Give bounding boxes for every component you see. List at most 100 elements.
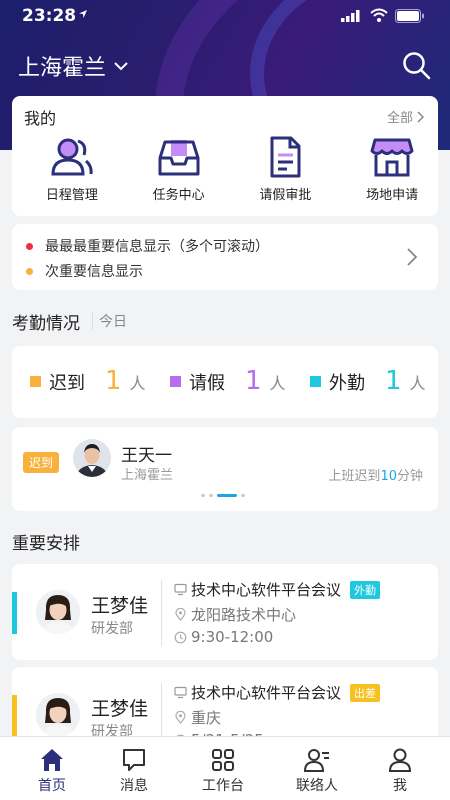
- schedule-title: 重要安排: [12, 534, 80, 554]
- app-label: 日程管理: [45, 188, 98, 203]
- meeting-title: 技术中心软件平台会议: [191, 684, 342, 702]
- field-square-icon: [310, 375, 321, 387]
- attendance-title: 考勤情况: [12, 314, 80, 334]
- meeting-location: 重庆: [191, 709, 222, 727]
- inbox-tray-icon: [158, 140, 200, 176]
- schedule-tag: 出差: [350, 683, 381, 702]
- late-square-icon: [30, 375, 41, 387]
- home-icon: [41, 749, 63, 771]
- location-arrow-icon: [79, 10, 87, 18]
- late-note-suffix: 分钟: [396, 469, 423, 484]
- person-department: 研发部: [91, 621, 133, 637]
- app-schedule-management[interactable]: 日程管理: [26, 136, 118, 203]
- location-pin-icon: [175, 608, 186, 621]
- notice-card[interactable]: 最最最重要信息显示（多个可滚动） 次重要信息显示: [12, 224, 438, 290]
- monitor-icon: [174, 686, 187, 699]
- chevron-right-icon: [407, 248, 418, 266]
- schedule-item[interactable]: 王梦佳 研发部 技术中心软件平台会议 外勤 龙阳路技术中心 9:30-12:00: [12, 564, 438, 660]
- app-label: 场地申请: [366, 188, 419, 203]
- person-name: 王梦佳: [91, 595, 149, 617]
- divider: [161, 580, 162, 646]
- tab-contacts[interactable]: 联络人: [282, 747, 352, 795]
- attendance-stats-card: 迟到 1 人 请假 1 人 外勤 1 人: [12, 346, 438, 418]
- stat-field[interactable]: 外勤 1 人: [310, 366, 426, 396]
- chevron-right-icon: [417, 110, 424, 123]
- stat-label: 迟到: [49, 373, 85, 394]
- meeting-location-row: 龙阳路技术中心: [174, 604, 296, 625]
- stat-label: 外勤: [329, 373, 365, 394]
- meeting-title-row: 技术中心软件平台会议 出差: [174, 682, 381, 703]
- avatar: [36, 693, 80, 737]
- employee-company: 上海霍兰: [121, 468, 174, 483]
- view-all-link[interactable]: 全部: [387, 107, 424, 126]
- tab-label: 联络人: [296, 778, 338, 794]
- late-note-prefix: 上班迟到: [328, 469, 381, 484]
- stat-late[interactable]: 迟到 1 人: [30, 366, 146, 396]
- status-time: 23:28: [22, 6, 77, 26]
- message-icon: [123, 749, 145, 771]
- chevron-down-icon: [114, 62, 128, 71]
- tab-messages[interactable]: 消息: [99, 747, 169, 795]
- wifi-icon: [370, 8, 388, 22]
- shop-icon: [370, 138, 414, 177]
- notice-text: 次重要信息显示: [45, 264, 143, 280]
- tab-home[interactable]: 首页: [17, 747, 87, 795]
- view-all-label: 全部: [386, 111, 413, 126]
- my-apps-title: 我的: [24, 109, 57, 128]
- signal-icon: [341, 10, 360, 22]
- notice-item: 最最最重要信息显示（多个可滚动）: [26, 236, 269, 256]
- late-duration-note: 上班迟到10分钟: [328, 465, 423, 484]
- app-label: 任务中心: [152, 188, 205, 203]
- users-icon: [51, 138, 93, 176]
- city-selector[interactable]: 上海霍兰: [18, 50, 128, 82]
- meeting-time-row: 9:30-12:00: [174, 628, 273, 646]
- stat-leave[interactable]: 请假 1 人: [170, 366, 286, 396]
- stat-count: 1: [385, 366, 402, 396]
- document-icon: [270, 136, 301, 178]
- monitor-icon: [174, 583, 187, 596]
- tab-me[interactable]: 我: [365, 747, 435, 795]
- stat-count: 1: [105, 366, 122, 396]
- yellow-dot-icon: [26, 267, 33, 275]
- city-name: 上海霍兰: [18, 56, 107, 81]
- contacts-icon: [304, 749, 329, 772]
- app-venue-application[interactable]: 场地申请: [346, 136, 438, 203]
- carousel-indicator: [201, 494, 245, 497]
- status-bar: 23:28: [0, 0, 450, 32]
- stat-unit: 人: [269, 374, 286, 393]
- meeting-title-row: 技术中心软件平台会议 外勤: [174, 579, 381, 600]
- user-icon: [388, 748, 412, 772]
- stat-unit: 人: [409, 374, 426, 393]
- avatar: [36, 590, 80, 634]
- notice-text: 最最最重要信息显示（多个可滚动）: [45, 239, 269, 255]
- my-apps-card: 我的 全部 日程管理 任务中心 请假审批 场地申请: [12, 96, 438, 216]
- divider: [92, 312, 93, 330]
- meeting-time: 9:30-12:00: [191, 628, 274, 646]
- tab-workbench[interactable]: 工作台: [188, 747, 258, 795]
- tab-label: 我: [393, 778, 407, 794]
- tab-label: 首页: [38, 778, 66, 794]
- late-badge: 迟到: [23, 452, 60, 473]
- late-minutes: 10: [380, 469, 397, 484]
- grid-icon: [212, 749, 234, 771]
- app-label: 请假审批: [259, 188, 312, 203]
- late-record-card[interactable]: 迟到 王天一 上海霍兰 上班迟到10分钟: [12, 427, 438, 511]
- schedule-color-bar: [12, 695, 17, 737]
- battery-icon: [395, 9, 424, 23]
- search-icon[interactable]: [401, 50, 431, 80]
- app-leave-approval[interactable]: 请假审批: [240, 136, 332, 203]
- clock-icon: [174, 631, 187, 643]
- location-pin-icon: [175, 711, 186, 724]
- avatar: [73, 439, 111, 477]
- app-task-center[interactable]: 任务中心: [133, 136, 225, 203]
- employee-name: 王天一: [121, 446, 172, 466]
- tab-label: 工作台: [202, 778, 244, 794]
- meeting-location-row: 重庆: [174, 707, 221, 728]
- notice-item: 次重要信息显示: [26, 261, 143, 281]
- red-dot-icon: [26, 242, 33, 250]
- leave-square-icon: [170, 375, 181, 387]
- bottom-tab-bar: 首页 消息 工作台 联络人 我: [0, 736, 450, 800]
- stat-unit: 人: [129, 374, 146, 393]
- attendance-date-label: 今日: [99, 314, 127, 330]
- meeting-location: 龙阳路技术中心: [191, 606, 297, 624]
